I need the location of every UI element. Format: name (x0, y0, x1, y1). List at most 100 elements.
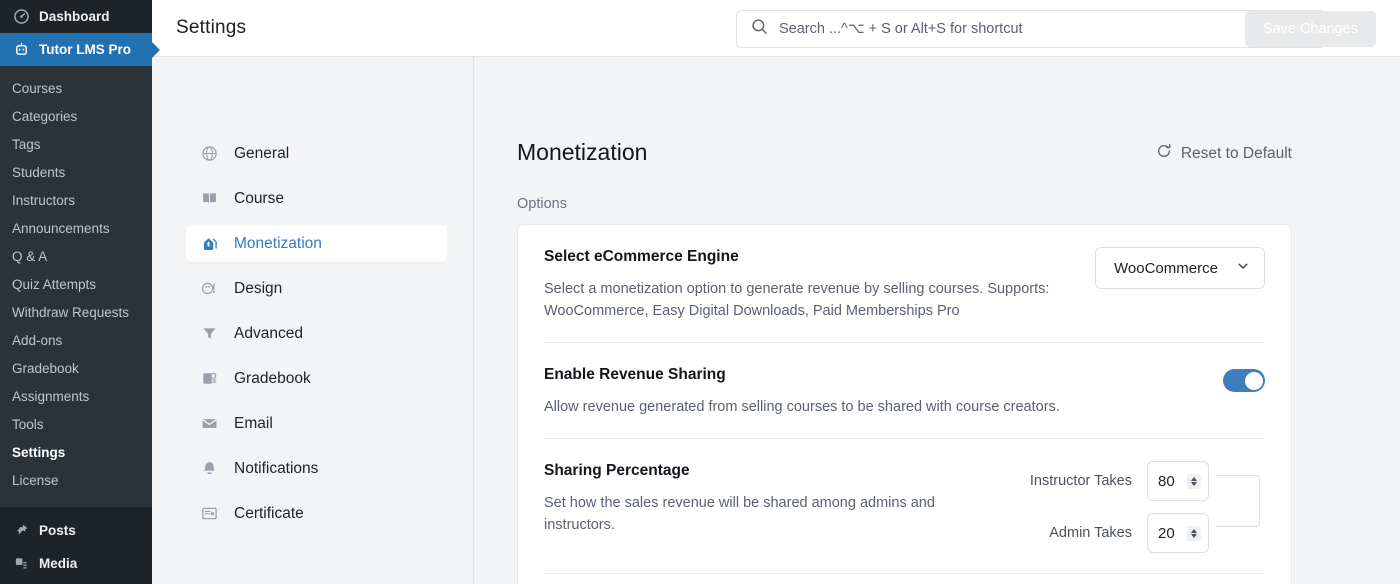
row-control: WooCommerce (1095, 247, 1265, 289)
row-text: Enable Revenue Sharing Allow revenue gen… (544, 365, 1060, 418)
sidebar-subitem-instructors[interactable]: Instructors (0, 186, 152, 214)
sidebar-item-tutor-lms-pro[interactable]: Tutor LMS Pro (0, 33, 152, 66)
settings-nav-list: General Course (152, 135, 473, 532)
stepper-down-icon[interactable] (1191, 534, 1197, 538)
search-input[interactable] (779, 21, 1311, 37)
sidebar-subitem-settings[interactable]: Settings (0, 438, 152, 466)
settings-tab-label: Design (234, 280, 282, 298)
sidebar-subitem-qa[interactable]: Q & A (0, 242, 152, 270)
sidebar-subitem-license[interactable]: License (0, 466, 152, 494)
sidebar-subitem-add-ons[interactable]: Add-ons (0, 326, 152, 354)
settings-tab-email[interactable]: Email (186, 405, 447, 442)
instructor-takes-label: Instructor Takes (1030, 473, 1132, 489)
reset-label: Reset to Default (1181, 145, 1292, 163)
settings-tab-course[interactable]: Course (186, 180, 447, 217)
row-text: Select eCommerce Engine Select a monetiz… (544, 247, 1064, 322)
certificate-icon (200, 504, 219, 523)
row-control (1223, 365, 1265, 392)
row-text: Sharing Percentage Set how the sales rev… (544, 461, 1006, 536)
options-label: Options (517, 196, 1292, 212)
admin-takes-stepper[interactable] (1187, 526, 1201, 541)
sharing-bracket-connector (1216, 475, 1260, 527)
reset-to-default-button[interactable]: Reset to Default (1156, 139, 1292, 168)
bell-icon (200, 459, 219, 478)
ecommerce-engine-select[interactable]: WooCommerce (1095, 247, 1265, 289)
stepper-down-icon[interactable] (1191, 482, 1197, 486)
setting-description: Select a monetization option to generate… (544, 278, 1064, 322)
admin-takes-label: Admin Takes (1049, 525, 1132, 541)
setting-row-statement-per-page: Show Statement Per Page Define the numbe… (544, 574, 1265, 584)
revenue-sharing-toggle[interactable] (1223, 369, 1265, 392)
settings-tab-design[interactable]: Design (186, 270, 447, 307)
stepper-up-icon[interactable] (1191, 477, 1197, 481)
wp-sidebar-bottom: Posts Media (0, 507, 152, 584)
sidebar-item-dashboard[interactable]: Dashboard (0, 0, 152, 33)
settings-tab-label: Course (234, 190, 284, 208)
setting-row-ecommerce-engine: Select eCommerce Engine Select a monetiz… (544, 225, 1265, 343)
sidebar-item-posts[interactable]: Posts (0, 514, 152, 547)
settings-tab-label: General (234, 145, 289, 163)
globe-icon (200, 144, 219, 163)
settings-nav: General Course (152, 57, 474, 584)
section-title: Monetization (517, 139, 647, 166)
sidebar-item-label: Tutor LMS Pro (39, 42, 131, 57)
wp-sidebar-submenu: Courses Categories Tags Students Instruc… (0, 66, 152, 504)
admin-takes-line: Admin Takes (1030, 513, 1209, 553)
sidebar-subitem-gradebook[interactable]: Gradebook (0, 354, 152, 382)
sidebar-item-media[interactable]: Media (0, 547, 152, 580)
instructor-takes-stepper[interactable] (1187, 474, 1201, 489)
settings-tab-label: Monetization (234, 235, 322, 253)
toggle-knob (1245, 372, 1263, 390)
wp-admin-sidebar: Dashboard Tutor LMS Pro Courses Categori… (0, 0, 152, 584)
instructor-takes-input[interactable] (1158, 473, 1184, 490)
settings-tab-general[interactable]: General (186, 135, 447, 172)
chevron-down-icon (1236, 259, 1250, 277)
app-root: Dashboard Tutor LMS Pro Courses Categori… (0, 0, 1400, 584)
sidebar-subitem-tools[interactable]: Tools (0, 410, 152, 438)
settings-body: General Course (152, 57, 1400, 584)
setting-label: Sharing Percentage (544, 461, 1006, 481)
sidebar-subitem-quiz-attempts[interactable]: Quiz Attempts (0, 270, 152, 298)
admin-takes-field[interactable] (1147, 513, 1209, 553)
media-icon (12, 555, 30, 573)
settings-tab-label: Gradebook (234, 370, 311, 388)
setting-row-revenue-sharing: Enable Revenue Sharing Allow revenue gen… (544, 343, 1265, 439)
instructor-takes-field[interactable] (1147, 461, 1209, 501)
settings-tab-label: Certificate (234, 505, 304, 523)
sidebar-item-label: Media (39, 556, 77, 571)
design-icon (200, 279, 219, 298)
main-header: Monetization Reset to Default (517, 139, 1292, 168)
sidebar-subitem-courses[interactable]: Courses (0, 74, 152, 102)
settings-tab-advanced[interactable]: Advanced (186, 315, 447, 352)
settings-tab-gradebook[interactable]: Gradebook (186, 360, 447, 397)
sharing-percentage-controls: Instructor Takes (1030, 461, 1265, 553)
search-icon (751, 18, 768, 40)
sidebar-item-label: Dashboard (39, 9, 110, 24)
admin-takes-input[interactable] (1158, 525, 1184, 542)
sidebar-subitem-categories[interactable]: Categories (0, 102, 152, 130)
setting-row-sharing-percentage: Sharing Percentage Set how the sales rev… (544, 439, 1265, 574)
settings-tab-label: Notifications (234, 460, 318, 478)
settings-tab-certificate[interactable]: Certificate (186, 495, 447, 532)
monetization-options-card: Select eCommerce Engine Select a monetiz… (517, 224, 1292, 584)
search-box[interactable] (736, 10, 1326, 48)
page-title: Settings (176, 17, 246, 39)
settings-main-panel: Monetization Reset to Default Options (474, 57, 1400, 584)
setting-label: Enable Revenue Sharing (544, 365, 1060, 385)
settings-tab-monetization[interactable]: Monetization (186, 225, 447, 262)
stepper-up-icon[interactable] (1191, 529, 1197, 533)
funnel-icon (200, 324, 219, 343)
sidebar-subitem-withdraw-requests[interactable]: Withdraw Requests (0, 298, 152, 326)
setting-description: Set how the sales revenue will be shared… (544, 492, 1006, 536)
sidebar-subitem-tags[interactable]: Tags (0, 130, 152, 158)
content-area: Settings Save Changes (152, 0, 1400, 584)
topbar: Settings Save Changes (152, 0, 1400, 57)
sidebar-subitem-announcements[interactable]: Announcements (0, 214, 152, 242)
sidebar-subitem-students[interactable]: Students (0, 158, 152, 186)
selected-value: WooCommerce (1114, 260, 1218, 277)
save-changes-button[interactable]: Save Changes (1245, 11, 1376, 47)
book-icon (200, 189, 219, 208)
sidebar-subitem-assignments[interactable]: Assignments (0, 382, 152, 410)
settings-tab-notifications[interactable]: Notifications (186, 450, 447, 487)
sidebar-item-label: Posts (39, 523, 76, 538)
